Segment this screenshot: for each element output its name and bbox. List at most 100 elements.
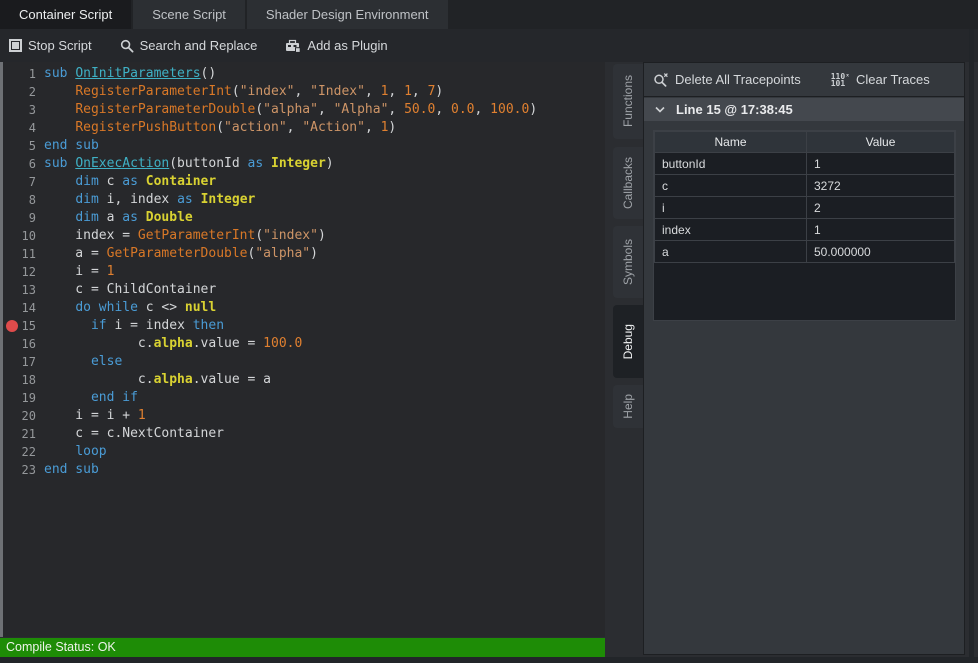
side-tab-callbacks[interactable]: Callbacks — [613, 147, 643, 219]
table-row[interactable]: buttonId1 — [655, 153, 955, 175]
code-segment: , — [365, 84, 381, 99]
line-number-gutter[interactable]: 16 — [0, 335, 44, 353]
code-line[interactable]: 8 dim i, index as Integer — [0, 191, 605, 209]
line-number-gutter[interactable]: 10 — [0, 227, 44, 245]
code-segment: i = i + — [44, 408, 138, 423]
line-number-gutter[interactable]: 1 — [0, 65, 44, 83]
code-segment: , — [435, 102, 451, 117]
code-segment: ( — [216, 120, 224, 135]
line-number-gutter[interactable]: 17 — [0, 353, 44, 371]
code-segment: a — [107, 210, 123, 225]
line-number-gutter[interactable]: 8 — [0, 191, 44, 209]
trace-title: Line 15 @ 17:38:45 — [676, 102, 793, 117]
code-line[interactable]: 15 if i = index then — [0, 317, 605, 335]
code-line[interactable]: 18 c.alpha.value = a — [0, 371, 605, 389]
code-line[interactable]: 20 i = i + 1 — [0, 407, 605, 425]
code-segment: Integer — [201, 192, 256, 207]
code-line-text: c = c.NextContainer — [44, 425, 224, 443]
table-row[interactable]: index1 — [655, 219, 955, 241]
line-number-gutter[interactable]: 5 — [0, 137, 44, 155]
code-line[interactable]: 23end sub — [0, 461, 605, 479]
clear-traces-button[interactable]: 110ˣ101Clear Traces — [831, 72, 930, 87]
table-row[interactable]: a50.000000 — [655, 241, 955, 263]
button-label: Add as Plugin — [307, 38, 387, 53]
line-number-gutter[interactable]: 2 — [0, 83, 44, 101]
code-line-text: i = 1 — [44, 263, 114, 281]
code-line[interactable]: 12 i = 1 — [0, 263, 605, 281]
code-segment: dim — [75, 192, 106, 207]
line-number-gutter[interactable]: 7 — [0, 173, 44, 191]
table-row[interactable]: i2 — [655, 197, 955, 219]
tab-label: Shader Design Environment — [266, 7, 429, 22]
line-number-gutter[interactable]: 12 — [0, 263, 44, 281]
code-line[interactable]: 13 c = ChildContainer — [0, 281, 605, 299]
code-line[interactable]: 10 index = GetParameterInt("index") — [0, 227, 605, 245]
line-number-gutter[interactable]: 23 — [0, 461, 44, 479]
code-line[interactable]: 3 RegisterParameterDouble("alpha", "Alph… — [0, 101, 605, 119]
line-number: 18 — [22, 373, 36, 387]
line-number-gutter[interactable]: 13 — [0, 281, 44, 299]
line-number-gutter[interactable]: 21 — [0, 425, 44, 443]
code-segment — [44, 300, 75, 315]
code-segment: (buttonId — [169, 156, 247, 171]
delete-all-tracepoints-button[interactable]: Delete All Tracepoints — [653, 72, 801, 87]
side-tab-symbols[interactable]: Symbols — [613, 226, 643, 298]
code-segment: end sub — [44, 138, 99, 153]
line-number-gutter[interactable]: 4 — [0, 119, 44, 137]
line-number-gutter[interactable]: 22 — [0, 443, 44, 461]
script-editor-window: Container ScriptScene Script Shader Desig… — [0, 0, 978, 663]
tab-scene-script[interactable]: Scene Script — [133, 0, 245, 29]
code-segment: , — [318, 102, 334, 117]
line-number-gutter[interactable]: 19 — [0, 389, 44, 407]
code-line[interactable]: 6sub OnExecAction(buttonId as Integer) — [0, 155, 605, 173]
code-line[interactable]: 2 RegisterParameterInt("index", "Index",… — [0, 83, 605, 101]
line-number-gutter[interactable]: 15 — [0, 317, 44, 335]
line-number-gutter[interactable]: 3 — [0, 101, 44, 119]
code-segment: c <> — [146, 300, 185, 315]
code-editor[interactable]: 1sub OnInitParameters()2 RegisterParamet… — [0, 62, 605, 637]
code-line[interactable]: 9 dim a as Double — [0, 209, 605, 227]
code-segment: ) — [388, 120, 396, 135]
code-line[interactable]: 14 do while c <> null — [0, 299, 605, 317]
line-number-gutter[interactable]: 6 — [0, 155, 44, 173]
add-as-plugin-button[interactable]: Add as Plugin — [285, 38, 387, 53]
code-line[interactable]: 11 a = GetParameterDouble("alpha") — [0, 245, 605, 263]
code-line[interactable]: 7 dim c as Container — [0, 173, 605, 191]
chevron-down-icon[interactable] — [655, 106, 665, 113]
debug-panel: Delete All Tracepoints 110ˣ101Clear Trace… — [643, 62, 965, 655]
code-line[interactable]: 5end sub — [0, 137, 605, 155]
side-tab-functions[interactable]: Functions — [613, 64, 643, 139]
line-number-gutter[interactable]: 20 — [0, 407, 44, 425]
code-line[interactable]: 1sub OnInitParameters() — [0, 65, 605, 83]
code-line[interactable]: 19 end if — [0, 389, 605, 407]
code-line[interactable]: 22 loop — [0, 443, 605, 461]
stop-script-button[interactable]: Stop Script — [9, 38, 92, 53]
code-segment: as — [122, 210, 145, 225]
breakpoint-dot[interactable] — [6, 320, 18, 332]
side-tab-help[interactable]: Help — [613, 385, 643, 428]
code-segment: c. — [44, 336, 154, 351]
side-tab-debug[interactable]: Debug — [613, 305, 643, 378]
line-number: 20 — [22, 409, 36, 423]
trace-group-header[interactable]: Line 15 @ 17:38:45 — [644, 98, 964, 121]
search-and-replace-button[interactable]: Search and Replace — [120, 38, 258, 53]
tab-container-script[interactable]: Container Script — [0, 0, 131, 29]
code-line[interactable]: 17 else — [0, 353, 605, 371]
code-segment: 1 — [107, 264, 115, 279]
column-header-name[interactable]: Name — [655, 132, 807, 153]
column-header-value[interactable]: Value — [807, 132, 955, 153]
code-line[interactable]: 21 c = c.NextContainer — [0, 425, 605, 443]
tab-shader-design-environment[interactable]: Shader Design Environment — [247, 0, 448, 29]
line-number-gutter[interactable]: 18 — [0, 371, 44, 389]
line-number-gutter[interactable]: 9 — [0, 209, 44, 227]
code-segment: , — [388, 102, 404, 117]
line-number-gutter[interactable]: 14 — [0, 299, 44, 317]
line-number-gutter[interactable]: 11 — [0, 245, 44, 263]
panel-tab-strip: Functions Callbacks Symbols Debug Help — [605, 62, 643, 637]
code-segment: then — [193, 318, 224, 333]
table-row[interactable]: c3272 — [655, 175, 955, 197]
code-line[interactable]: 4 RegisterPushButton("action", "Action",… — [0, 119, 605, 137]
code-segment — [44, 354, 91, 369]
code-segment: "Action" — [302, 120, 365, 135]
code-line[interactable]: 16 c.alpha.value = 100.0 — [0, 335, 605, 353]
